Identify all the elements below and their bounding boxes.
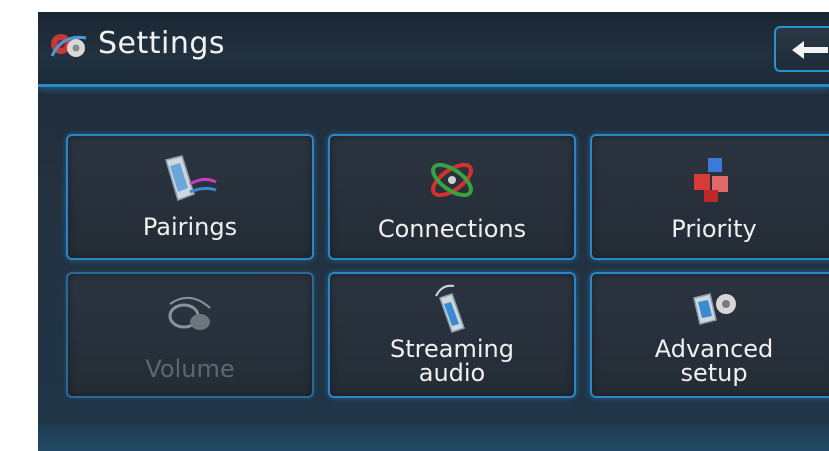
pairings-button[interactable]: Pairings — [66, 134, 314, 260]
header-bar: Settings — [38, 12, 829, 87]
back-arrow-icon — [792, 41, 828, 59]
connections-button[interactable]: Connections — [328, 134, 576, 260]
streaming-audio-button[interactable]: Streaming audio — [328, 272, 576, 398]
phone-pairing-icon — [160, 154, 220, 212]
page-title: Settings — [98, 26, 226, 61]
back-button[interactable] — [774, 26, 829, 72]
tile-label: Connections — [377, 215, 527, 243]
priority-button[interactable]: Priority — [590, 134, 829, 260]
tile-label: Pairings — [142, 213, 238, 241]
volume-button[interactable]: Volume — [66, 272, 314, 398]
tile-label: Priority — [671, 215, 757, 243]
settings-screen: Settings Pairings Connections Priority V… — [38, 12, 829, 451]
advanced-setup-button[interactable]: Advanced setup — [590, 272, 829, 398]
tile-label: Volume — [145, 355, 235, 383]
advanced-setup-icon — [684, 284, 744, 342]
tile-label-line2: audio — [418, 359, 486, 387]
streaming-phone-icon — [422, 282, 482, 340]
priority-blocks-icon — [684, 154, 744, 212]
bottom-bar — [38, 424, 829, 451]
connections-orbit-icon — [422, 154, 482, 212]
gear-settings-icon — [48, 28, 90, 64]
volume-speaker-icon — [160, 292, 220, 350]
tile-label-line2: setup — [680, 359, 748, 387]
